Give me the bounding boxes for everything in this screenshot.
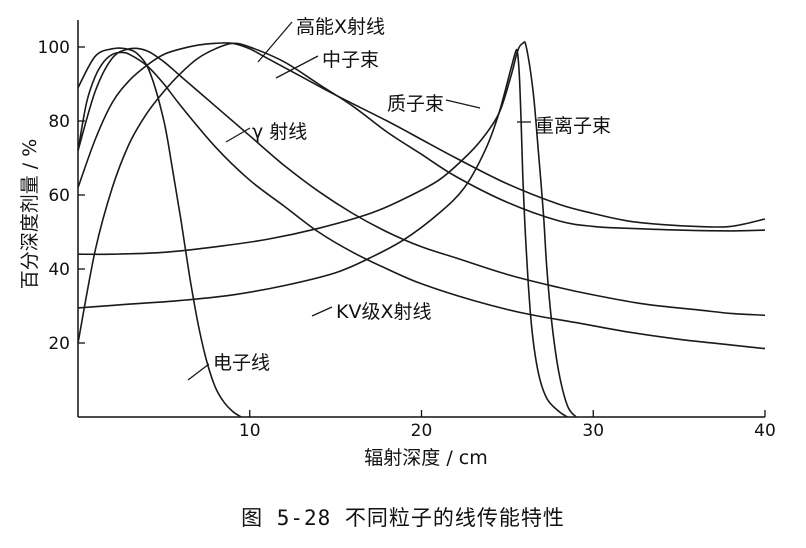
x-tick-label: 10	[239, 421, 261, 441]
leader-line	[187, 363, 210, 381]
x-tick-label: 30	[582, 421, 604, 441]
leader-line	[257, 21, 293, 63]
y-tick-label: 20	[48, 334, 70, 354]
leader-line	[445, 99, 481, 109]
label-heavy-ion: 重离子束	[535, 115, 611, 137]
labels-layer: 高能X射线中子束 γ 射线 质子束重离子束 KV级X射线电子线	[187, 16, 611, 381]
x-tick-label: 40	[754, 421, 776, 441]
label-proton: 质子束	[387, 93, 444, 115]
label-neutron: 中子束	[322, 49, 379, 71]
label-kv-xray: KV级X射线	[336, 301, 431, 323]
series-line-heavy-ion	[77, 48, 568, 418]
label-high-energy-xray: 高能X射线	[296, 16, 385, 38]
y-axis-title: 百分深度剂量 / %	[19, 139, 41, 290]
leader-line	[311, 306, 333, 317]
series-line-proton	[77, 41, 577, 418]
series-line-high-energy-xray	[77, 42, 766, 228]
y-tick-label: 60	[48, 186, 70, 206]
y-tick-label: 40	[48, 260, 70, 280]
dose-depth-chart: 10 20 30 40 20 40 60 80 100 高能X射线中子束 γ 射线 质子束重离子束 K…	[19, 16, 776, 469]
series-line-neutron	[77, 42, 766, 344]
series-line-gamma	[77, 47, 766, 317]
y-tick-label: 80	[48, 112, 70, 132]
x-tick-label: 20	[411, 421, 433, 441]
figure-caption: 图 5-28 不同粒子的线传能特性	[241, 506, 565, 530]
label-electron: 电子线	[213, 352, 270, 374]
x-axis-title: 辐射深度 / cm	[364, 447, 487, 469]
y-tick-label: 100	[38, 38, 70, 58]
leader-line	[225, 127, 251, 143]
label-gamma: γ 射线	[252, 121, 307, 143]
